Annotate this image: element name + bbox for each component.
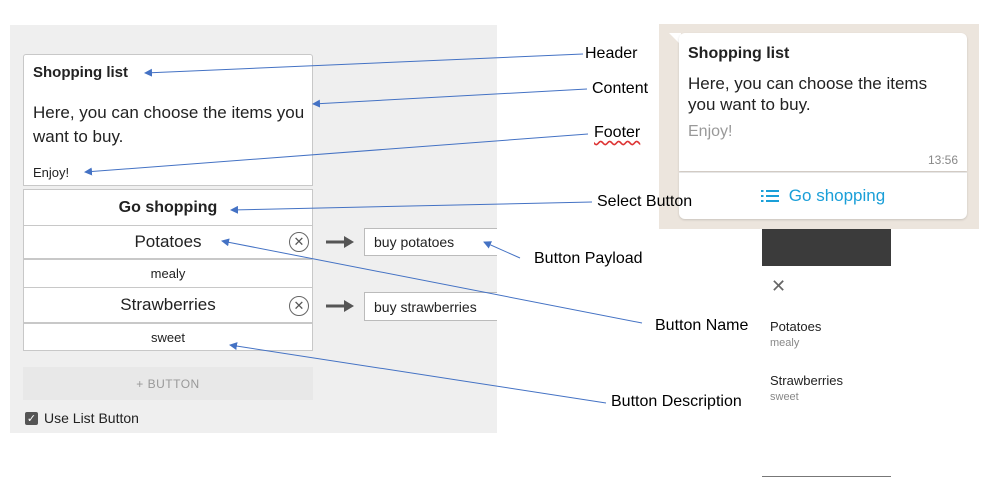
arrow-button-payload [483, 241, 521, 259]
arrow-header [144, 53, 584, 77]
annotation-content: Content [592, 80, 649, 97]
arrow-select-button [230, 201, 593, 214]
arrow-footer [84, 133, 589, 176]
annotation-header: Header [585, 45, 638, 62]
annotation-button-name: Button Name [655, 317, 749, 334]
annotation-select-button: Select Button [597, 193, 693, 210]
annotation-arrows [84, 53, 643, 404]
annotation-footer: Footer [594, 124, 641, 141]
annotation-button-description: Button Description [611, 393, 742, 410]
arrow-content [312, 88, 588, 108]
annotation-button-payload: Button Payload [534, 250, 643, 267]
arrow-button-description [229, 342, 607, 404]
